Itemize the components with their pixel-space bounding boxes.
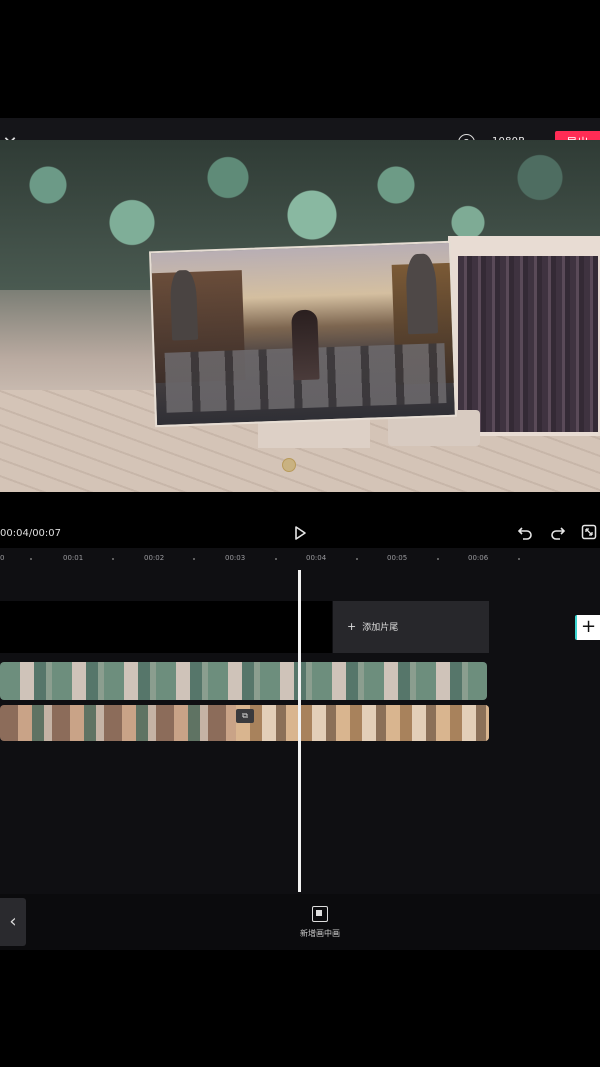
pip-overlay-clip[interactable] (149, 240, 457, 428)
main-track-clip[interactable]: ⧉ (0, 705, 489, 741)
pip-person (291, 309, 320, 381)
transition-icon[interactable]: ⧉ (236, 709, 254, 723)
main-track-second-clip[interactable] (236, 705, 489, 741)
add-ending-label: 添加片尾 (362, 623, 399, 633)
preview-door (458, 256, 598, 432)
ruler-dot (437, 558, 439, 560)
plus-icon: + (347, 620, 357, 633)
chevron-left-icon[interactable]: ‹ (0, 898, 26, 946)
ruler-dot (112, 558, 114, 560)
pip-track-clip[interactable] (0, 662, 487, 700)
new-pip-label: 新增画中画 (300, 929, 340, 938)
ruler-dot (518, 558, 520, 560)
playhead[interactable] (298, 570, 301, 892)
ruler-label: 00:04 (306, 554, 327, 562)
pip-umbrella (405, 253, 439, 335)
main-track-empty (0, 601, 332, 653)
video-preview[interactable] (0, 140, 600, 492)
ruler-dot (356, 558, 358, 560)
play-icon[interactable] (291, 524, 309, 542)
time-display: 00:04/00:07 (0, 528, 62, 539)
fullscreen-icon[interactable] (581, 524, 597, 540)
pip-umbrella (169, 269, 199, 341)
ruler-label: 00:06 (468, 554, 489, 562)
ruler-label: 00:03 (225, 554, 246, 562)
add-ending-button[interactable]: + 添加片尾 (333, 601, 489, 653)
ruler-dot (30, 558, 32, 560)
ruler-label: 0 (0, 554, 5, 562)
pip-icon (312, 906, 328, 922)
ruler-dot (193, 558, 195, 560)
ruler-label: 00:05 (387, 554, 408, 562)
redo-icon[interactable] (549, 524, 567, 542)
ruler-label: 00:01 (63, 554, 84, 562)
transform-handle[interactable] (282, 458, 296, 472)
ruler-dot (275, 558, 277, 560)
new-pip-button[interactable]: 新增画中画 (290, 906, 350, 942)
add-clip-button[interactable]: + (575, 615, 600, 640)
undo-icon[interactable] (516, 524, 534, 542)
ruler-label: 00:02 (144, 554, 165, 562)
